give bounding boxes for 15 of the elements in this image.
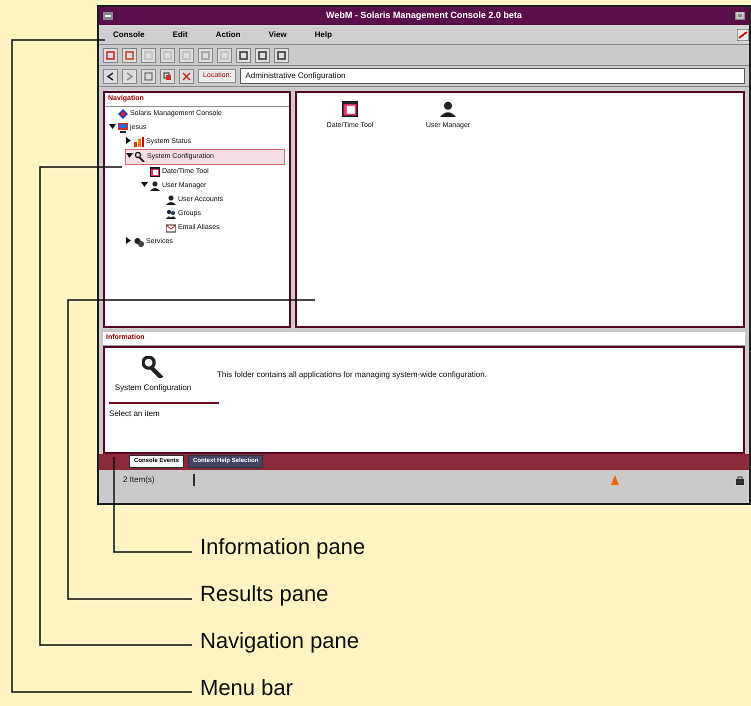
- callout-label: Results pane: [200, 581, 328, 606]
- menu-item[interactable]: Help: [300, 28, 346, 40]
- window-title: WebM - Solaris Management Console 2.0 beta: [325, 9, 523, 22]
- hint-text: Select an item: [108, 408, 161, 420]
- callout-label: Menu bar: [200, 675, 293, 700]
- menu-item[interactable]: Console: [99, 28, 159, 40]
- callout-label: Navigation pane: [200, 628, 360, 653]
- icon-label: System Configuration: [114, 382, 192, 394]
- menu-item[interactable]: Action: [202, 28, 255, 40]
- information-text: This folder contains all applications for managing system-wide configuration.: [217, 368, 487, 380]
- status-text: 2 Item(s): [123, 474, 155, 486]
- location-field[interactable]: Administrative Configuration: [240, 68, 745, 84]
- menu-item[interactable]: View: [254, 28, 301, 40]
- callout-label: Information pane: [200, 534, 366, 559]
- menu-item[interactable]: Edit: [158, 28, 202, 40]
